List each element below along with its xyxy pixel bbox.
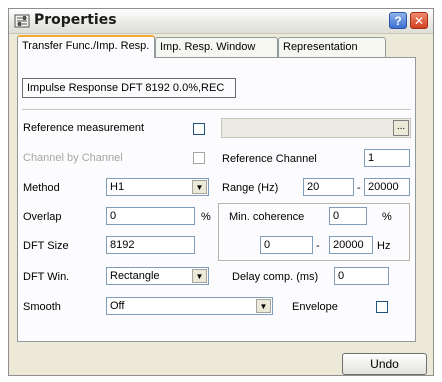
help-button[interactable]: ? bbox=[389, 12, 407, 29]
browse-reference-button[interactable]: ... bbox=[393, 120, 409, 136]
method-value: H1 bbox=[110, 181, 125, 193]
separator bbox=[22, 109, 411, 111]
range-separator: - bbox=[357, 182, 361, 194]
dft-win-value: Rectangle bbox=[110, 270, 160, 282]
tab-transfer-func[interactable]: Transfer Func./Imp. Resp. bbox=[17, 35, 155, 58]
overlap-field[interactable]: 0 bbox=[106, 207, 195, 225]
overlap-label: Overlap bbox=[23, 211, 62, 223]
range-from-field[interactable]: 20 bbox=[303, 178, 354, 196]
undo-label: Undo bbox=[370, 357, 399, 371]
coherence-freq-separator: - bbox=[316, 240, 320, 252]
envelope-label: Envelope bbox=[292, 301, 338, 313]
envelope-checkbox[interactable] bbox=[376, 301, 388, 313]
help-icon: ? bbox=[394, 13, 402, 28]
reference-channel-field[interactable]: 1 bbox=[364, 149, 410, 167]
reference-measurement-checkbox[interactable] bbox=[193, 123, 205, 135]
smooth-select[interactable]: Off ▼ bbox=[106, 297, 273, 315]
smooth-value: Off bbox=[110, 300, 125, 312]
channel-by-channel-checkbox[interactable] bbox=[193, 152, 205, 164]
channel-by-channel-label: Channel by Channel bbox=[23, 152, 123, 164]
tab-imp-resp-window[interactable]: Imp. Resp. Window bbox=[155, 37, 278, 57]
title-bar[interactable]: Properties ? ✕ bbox=[9, 9, 433, 34]
dft-size-label: DFT Size bbox=[23, 240, 69, 252]
delay-comp-label: Delay comp. (ms) bbox=[232, 271, 319, 283]
dft-win-label: DFT Win. bbox=[23, 271, 70, 283]
chevron-down-icon: ▼ bbox=[192, 269, 207, 283]
coherence-freq-from-field[interactable]: 0 bbox=[260, 236, 313, 254]
tab-representation[interactable]: Representation bbox=[278, 37, 386, 57]
min-coherence-unit: % bbox=[382, 211, 392, 223]
coherence-freq-to-field[interactable]: 20000 bbox=[329, 236, 373, 254]
reference-measurement-label: Reference measurement bbox=[23, 122, 145, 134]
reference-measurement-field[interactable] bbox=[221, 118, 411, 138]
smooth-label: Smooth bbox=[23, 301, 61, 313]
coherence-freq-unit: Hz bbox=[377, 240, 391, 252]
reference-channel-label: Reference Channel bbox=[222, 153, 317, 165]
status-text: Impulse Response DFT 8192 0.0%,REC bbox=[22, 78, 236, 98]
min-coherence-field[interactable]: 0 bbox=[329, 207, 367, 225]
method-select[interactable]: H1 ▼ bbox=[106, 178, 209, 196]
method-label: Method bbox=[23, 182, 60, 194]
dft-size-field[interactable]: 8192 bbox=[106, 236, 195, 254]
min-coherence-label: Min. coherence bbox=[229, 211, 305, 223]
range-to-field[interactable]: 20000 bbox=[364, 178, 410, 196]
dft-win-select[interactable]: Rectangle ▼ bbox=[106, 267, 209, 285]
delay-comp-field[interactable]: 0 bbox=[334, 267, 389, 285]
range-label: Range (Hz) bbox=[222, 182, 279, 194]
properties-window-icon bbox=[14, 14, 30, 28]
close-icon: ✕ bbox=[413, 13, 425, 28]
close-button[interactable]: ✕ bbox=[410, 12, 428, 29]
overlap-unit: % bbox=[201, 211, 211, 223]
undo-button[interactable]: Undo bbox=[342, 353, 427, 375]
chevron-down-icon: ▼ bbox=[256, 299, 271, 313]
window-title: Properties bbox=[34, 12, 117, 28]
chevron-down-icon: ▼ bbox=[192, 180, 207, 194]
